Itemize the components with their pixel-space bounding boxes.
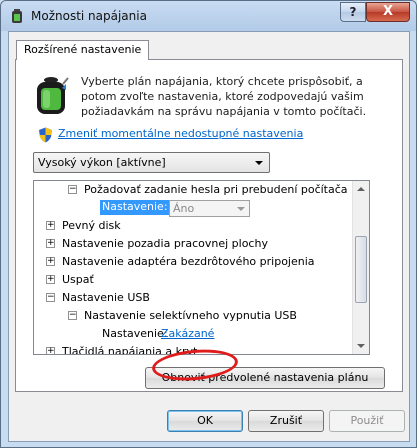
chevron-down-icon: [237, 207, 245, 211]
tree-item-label: Nastavenie selektívneho vypnutia USB: [84, 309, 297, 322]
tree-item-label: Nastavenie adaptéra bezdrôtového pripoje…: [62, 255, 315, 268]
setting-label: Nastavenie:: [102, 327, 168, 340]
arrow-up-icon: [357, 187, 365, 191]
tree-item-label: Nastavenie pozadia pracovnej plochy: [62, 237, 268, 250]
password-setting-select: Áno: [169, 200, 250, 217]
power-plan-select[interactable]: Vysoký výkon [aktívne]: [33, 152, 270, 173]
expand-icon[interactable]: +: [46, 221, 55, 230]
expand-icon[interactable]: +: [46, 275, 55, 284]
description-text: Vyberte plán napájania, ktorý chcete pri…: [81, 75, 367, 118]
tab-advanced-settings[interactable]: Rozšírené nastavenie: [16, 40, 150, 60]
expand-icon[interactable]: +: [46, 257, 55, 266]
apply-button[interactable]: Použiť: [329, 410, 405, 432]
expand-icon[interactable]: +: [46, 239, 55, 248]
tree-item-label: Pevný disk: [62, 219, 121, 232]
expand-icon[interactable]: +: [46, 347, 55, 354]
collapse-icon[interactable]: −: [68, 185, 77, 194]
password-setting-value: Áno: [173, 202, 195, 215]
change-unavailable-settings-link[interactable]: Zmeniť momentálne nedostupné nastavenia: [58, 127, 303, 140]
ok-button[interactable]: OK: [167, 410, 243, 432]
scroll-down-button[interactable]: [353, 337, 369, 354]
tree-item-label: Tlačidlá napájania a kryt: [62, 345, 198, 355]
setting-label: Nastavenie:: [100, 200, 170, 215]
collapse-icon[interactable]: −: [68, 311, 77, 320]
usb-setting-value-link[interactable]: Zakázané: [161, 325, 214, 343]
restore-defaults-button[interactable]: Obnoviť predvolené nastavenia plánu: [145, 367, 385, 389]
settings-tree[interactable]: − Požadovať zadanie hesla pri prebudení …: [33, 180, 370, 355]
power-options-icon: [12, 9, 22, 23]
vertical-scrollbar[interactable]: [352, 181, 369, 354]
collapse-icon[interactable]: −: [46, 293, 55, 302]
tree-item-label: Požadovať zadanie hesla pri prebudení po…: [84, 183, 348, 196]
scroll-up-button[interactable]: [353, 181, 369, 198]
power-plan-select-value: Vysoký výkon [aktívne]: [38, 156, 166, 169]
tree-item-label: Uspať: [62, 273, 94, 286]
scrollbar-thumb[interactable]: [355, 236, 367, 303]
shield-icon: [39, 127, 52, 143]
title-bar[interactable]: Možnosti napájania ? X: [1, 1, 416, 31]
power-options-window: Možnosti napájania ? X Rozšírené nastave…: [0, 0, 417, 448]
dialog-body: Rozšírené nastavenie Vyberte plán napája…: [8, 31, 410, 442]
cancel-button[interactable]: Zrušiť: [248, 410, 324, 432]
close-button[interactable]: X: [366, 2, 410, 22]
tree-item-label: Nastavenie USB: [62, 291, 150, 304]
battery-icon: [37, 77, 69, 114]
arrow-down-icon: [357, 344, 365, 348]
chevron-down-icon: [255, 161, 263, 165]
window-title: Možnosti napájania: [31, 9, 147, 23]
help-button[interactable]: ?: [340, 2, 366, 22]
